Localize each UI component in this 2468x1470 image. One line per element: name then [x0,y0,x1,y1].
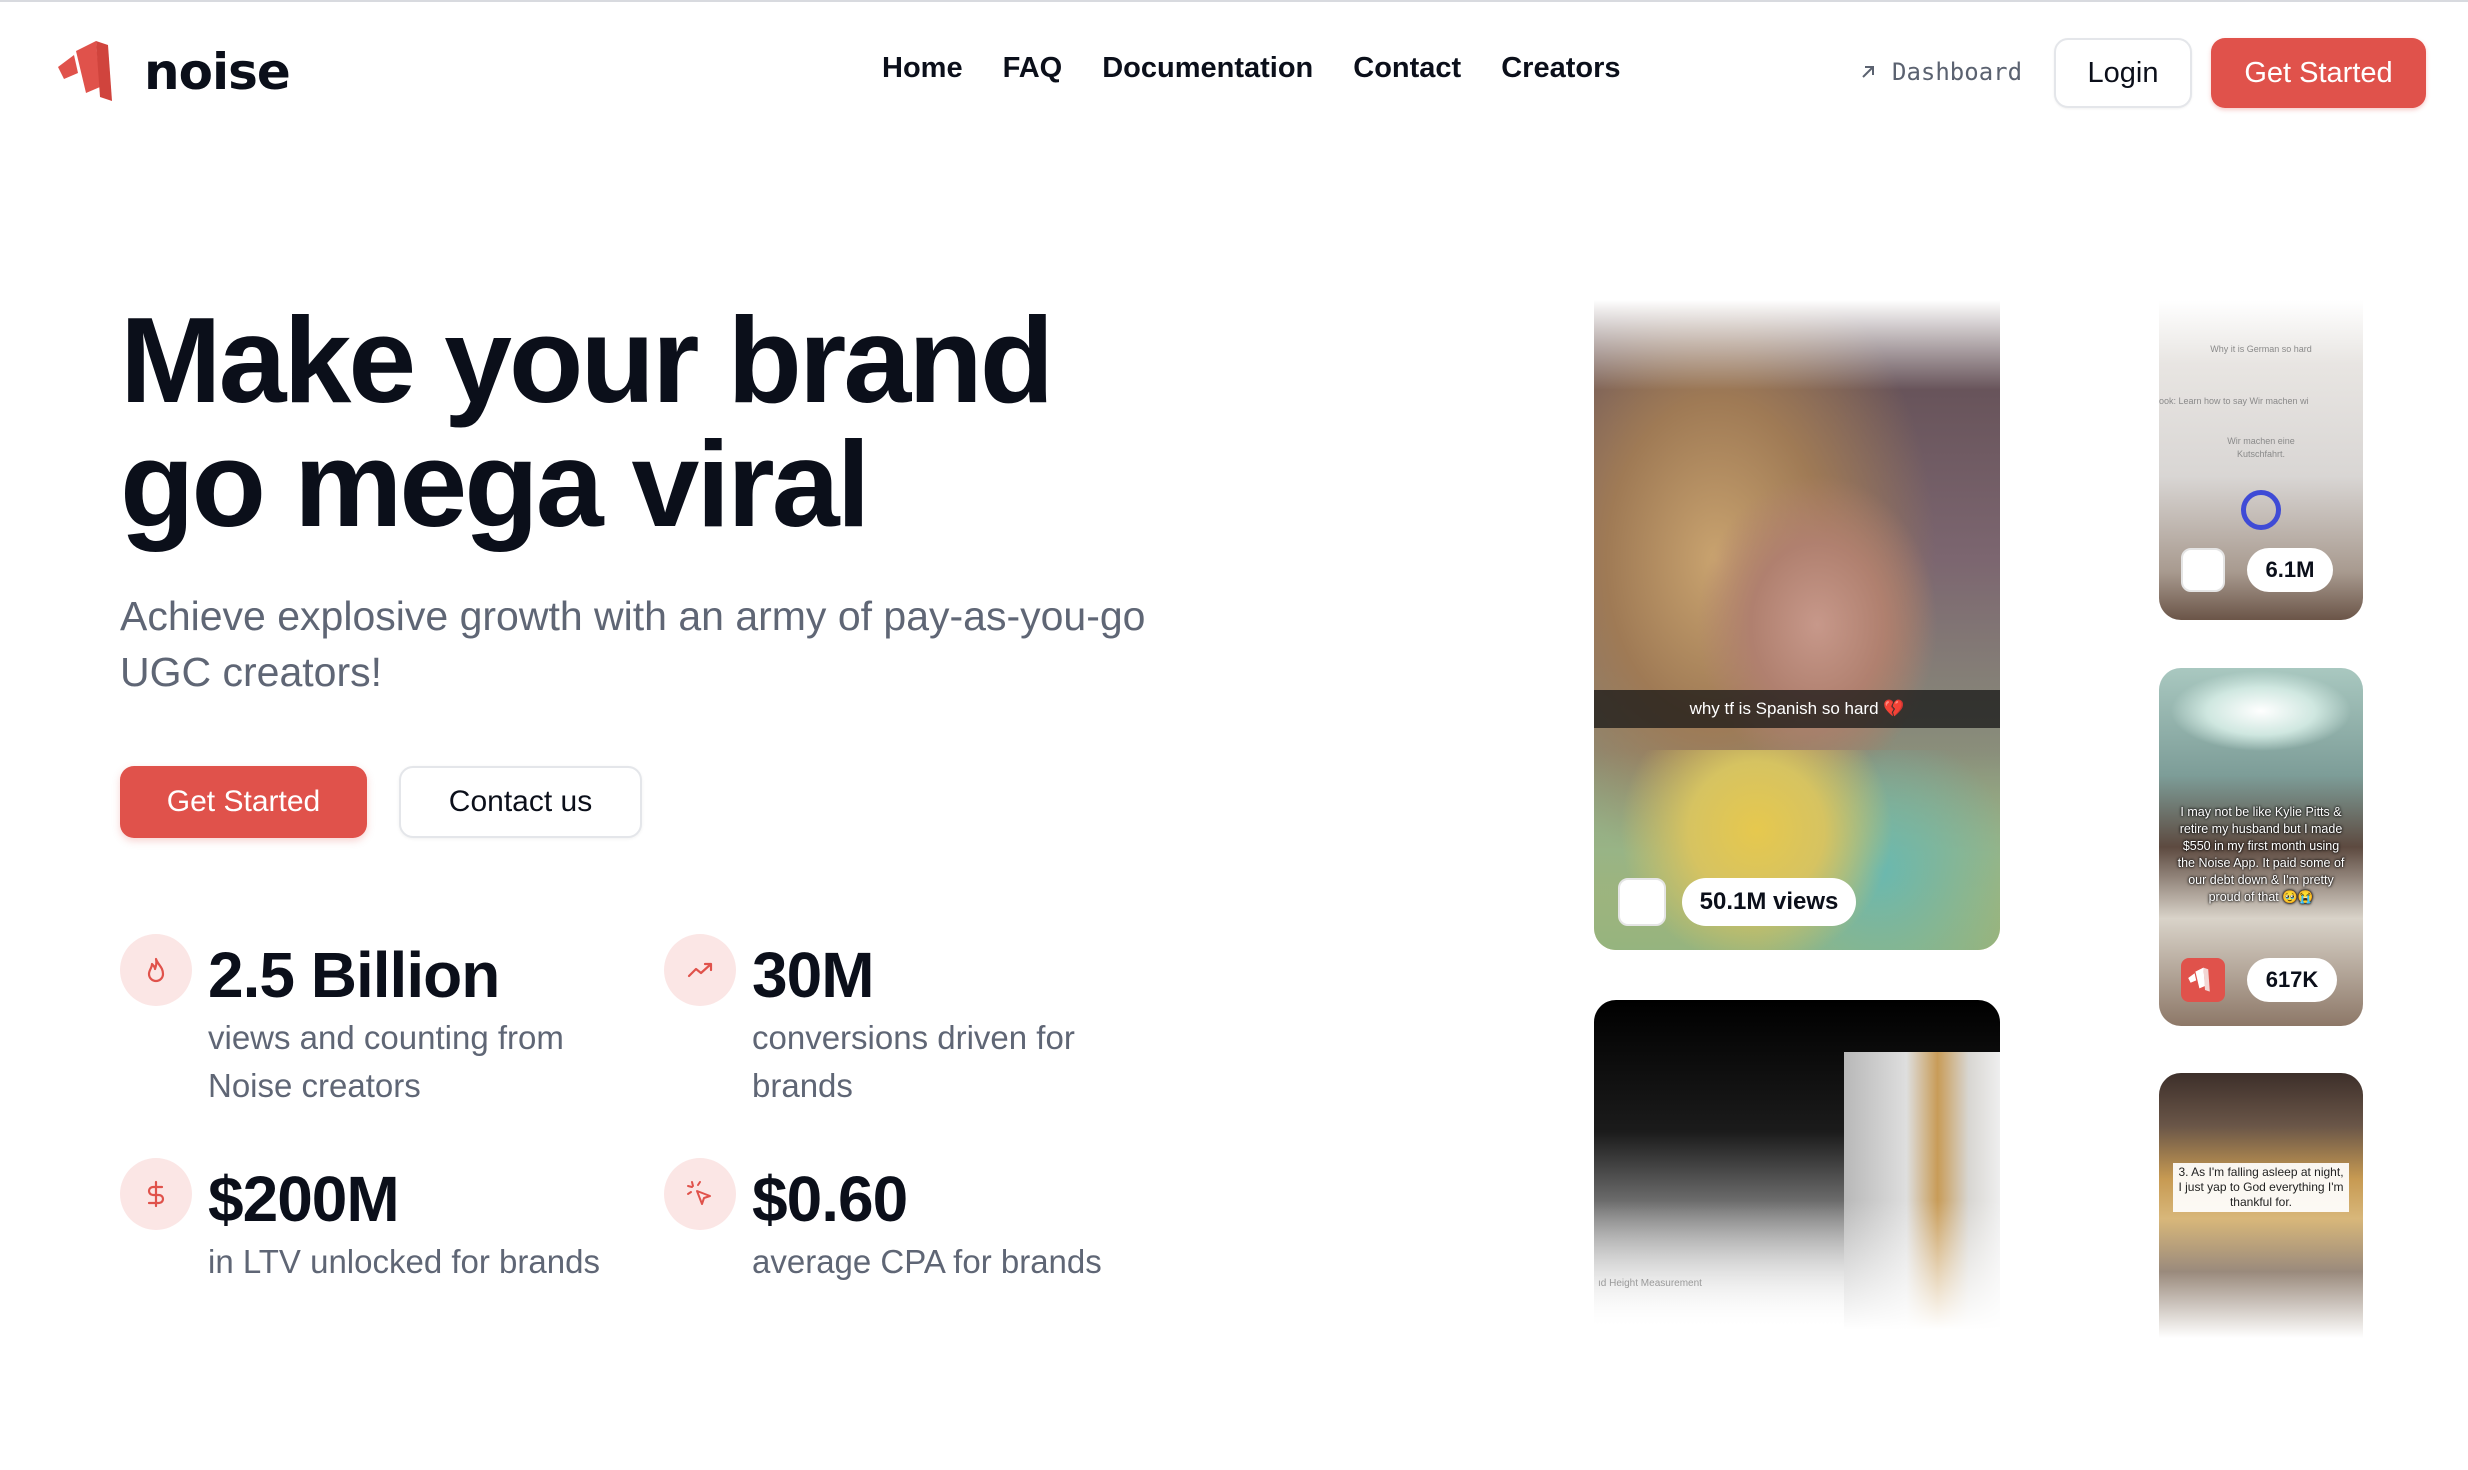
flame-icon [120,934,192,1006]
video-top-text: Why it is German so hard [2210,344,2312,354]
views-badge: 6.1M [2247,548,2333,592]
video-overlay-text: ıd Height Measurement [1598,1278,1702,1289]
nav-contact[interactable]: Contact [1353,52,1461,85]
top-border [0,0,2468,2]
trending-up-icon [664,934,736,1006]
video-caption: 3. As I'm falling asleep at night, I jus… [2173,1163,2349,1212]
stat-value: 2.5 Billion [208,939,500,1011]
contact-us-button[interactable]: Contact us [399,766,642,838]
dollar-icon [120,1158,192,1230]
stat-description: conversions driven for brands [752,1019,1075,1104]
stat-value: $0.60 [752,1163,908,1235]
stat-value: $200M [208,1163,400,1235]
video-caption: Wir machen eine [2227,436,2295,446]
nav-faq[interactable]: FAQ [1003,52,1063,85]
main-nav: Home FAQ Documentation Contact Creators [882,52,1621,85]
get-started-button[interactable]: Get Started [120,766,367,838]
hero-title-line-1: Make your brand [120,292,1054,428]
hero-subtitle: Achieve explosive growth with an army of… [120,593,1146,695]
logo-text: noise [144,43,291,101]
stat-description: average CPA for brands [752,1243,1102,1280]
views-badge: 617K [2247,958,2337,1002]
video-card[interactable]: ıd Height Measurement [1594,1000,2000,1330]
nav-creators[interactable]: Creators [1501,52,1620,85]
stat-value: 30M [752,939,874,1011]
hero-title: Make your brand go mega viral [120,298,1220,546]
hero-title-line-2: go mega viral [120,416,871,552]
nav-documentation[interactable]: Documentation [1102,52,1313,85]
arrow-up-right-icon [1862,66,1874,78]
creator-avatar [1618,878,1666,926]
dashboard-label: Dashboard [1892,58,2023,86]
stat-description: in LTV unlocked for brands [208,1243,600,1280]
video-caption: Kutschfahrt. [2236,449,2286,459]
noise-logo-icon [2181,958,2225,1002]
video-card[interactable]: why tf is Spanish so hard 💔 50.1M views [1594,300,2000,950]
nav-home[interactable]: Home [882,52,963,85]
video-caption: I may not be like Kylie Pitts & retire m… [2177,805,2345,904]
logo[interactable]: noise [56,36,291,108]
video-card[interactable]: Why it is German so hard ook: Learn how … [2159,300,2363,620]
video-card[interactable]: 3. As I'm falling asleep at night, I jus… [2159,1073,2363,1338]
video-caption: ook: Learn how to say Wir machen wi [2159,396,2309,406]
record-circle-icon [2241,490,2281,530]
get-started-header-button[interactable]: Get Started [2211,38,2426,108]
video-caption: why tf is Spanish so hard 💔 [1594,690,2000,728]
logo-mark-icon [58,41,112,101]
views-badge: 50.1M views [1682,878,1856,926]
video-card[interactable]: I may not be like Kylie Pitts & retire m… [2159,668,2363,1026]
stat-description: views and counting from Noise creators [208,1019,564,1104]
click-icon [664,1158,736,1230]
login-button[interactable]: Login [2054,38,2192,108]
dashboard-link[interactable]: Dashboard [1858,58,2022,86]
creator-avatar [2181,548,2225,592]
